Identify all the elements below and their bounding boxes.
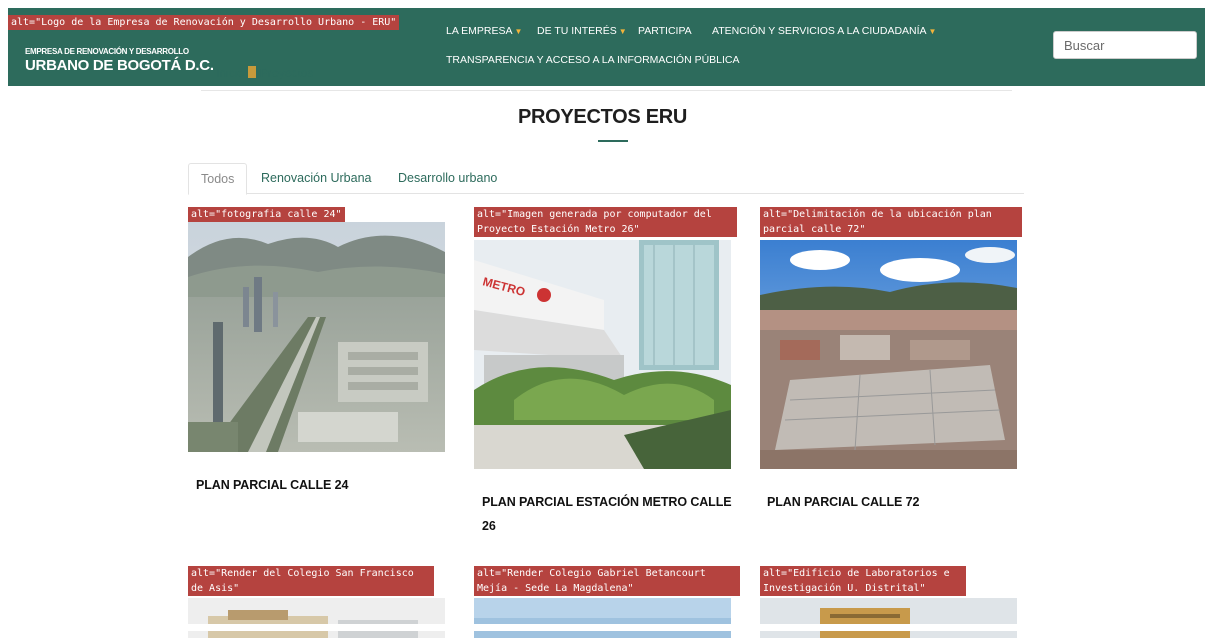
tab-todos[interactable]: Todos — [188, 163, 248, 195]
project-image-colegio-san-francisco[interactable] — [188, 598, 445, 638]
render-image-icon — [474, 598, 731, 638]
page-title: PROYECTOS ERU — [517, 106, 688, 128]
project-title[interactable]: PLAN PARCIAL ESTACIÓN METRO CALLE 26 — [482, 490, 732, 538]
caret-down-icon: ▼ — [928, 27, 937, 36]
logo-line-2[interactable]: URBANO DE BOGOTÁ D.C. — [25, 57, 214, 74]
tab-desarrollo-urbano[interactable]: Desarrollo urbano — [398, 163, 497, 193]
logo-line-1[interactable]: EMPRESA DE RENOVACIÓN Y DESARROLLO — [25, 47, 189, 56]
project-image-estacion-metro-26[interactable]: METRO — [474, 240, 731, 469]
breadcrumb-separator-icon — [248, 66, 257, 78]
render-image-icon — [188, 598, 445, 638]
render-image-icon — [760, 598, 1017, 638]
search-input[interactable] — [1053, 31, 1197, 59]
project-image-alt: alt="Delimitación de la ubicación plan p… — [760, 207, 1022, 237]
project-title[interactable]: PLAN PARCIAL CALLE 24 — [196, 473, 436, 497]
nav-atencion-servicios[interactable]: ATENCIÓN Y SERVICIOS A LA CIUDADANÍA ▼ — [712, 25, 936, 37]
project-image-laboratorios-udistrital[interactable] — [760, 598, 1017, 638]
project-image-calle-72[interactable] — [760, 240, 1017, 469]
project-image-alt: alt="Edificio de Laboratorios e Investig… — [760, 566, 966, 596]
project-image-calle-24[interactable] — [188, 222, 445, 452]
render-image-icon: METRO — [474, 240, 731, 469]
nav-participa[interactable]: PARTICIPA — [638, 25, 692, 37]
tabs-divider — [188, 193, 1024, 194]
city-photo-icon — [188, 222, 445, 452]
project-image-alt: alt="fotografia calle 24" — [188, 207, 345, 222]
nav-label: LA EMPRESA — [446, 25, 513, 37]
breadcrumb-current: Proyectos — [260, 66, 314, 80]
nav-la-empresa[interactable]: LA EMPRESA ▼ — [446, 25, 522, 37]
nav-label: ATENCIÓN Y SERVICIOS A LA CIUDADANÍA — [712, 25, 927, 37]
viewport-bottom-edge — [0, 624, 1205, 631]
breadcrumb: Inicio Proyectos — [216, 66, 313, 80]
nav-label: TRANSPARENCIA Y ACCESO A LA INFORMACIÓN … — [446, 54, 740, 66]
project-image-alt: alt="Render del Colegio San Francisco de… — [188, 566, 434, 596]
breadcrumb-divider — [201, 90, 1012, 91]
nav-transparencia[interactable]: TRANSPARENCIA Y ACCESO A LA INFORMACIÓN … — [446, 54, 740, 66]
breadcrumb-home-link[interactable]: Inicio — [216, 66, 244, 80]
title-underline — [598, 140, 628, 142]
project-title[interactable]: PLAN PARCIAL CALLE 72 — [767, 490, 1007, 514]
nav-label: PARTICIPA — [638, 25, 692, 37]
nav-label: DE TU INTERÉS — [537, 25, 617, 37]
caret-down-icon: ▼ — [618, 27, 627, 36]
caret-down-icon: ▼ — [514, 27, 523, 36]
aerial-photo-icon — [760, 240, 1017, 469]
logo-alt-text: alt="Logo de la Empresa de Renovación y … — [8, 15, 400, 30]
tab-renovacion-urbana[interactable]: Renovación Urbana — [261, 163, 372, 193]
project-image-alt: alt="Render Colegio Gabriel Betancourt M… — [474, 566, 740, 596]
nav-de-tu-interes[interactable]: DE TU INTERÉS ▼ — [537, 25, 627, 37]
project-image-colegio-gabriel-betancourt[interactable] — [474, 598, 731, 638]
project-image-alt: alt="Imagen generada por computador del … — [474, 207, 737, 237]
